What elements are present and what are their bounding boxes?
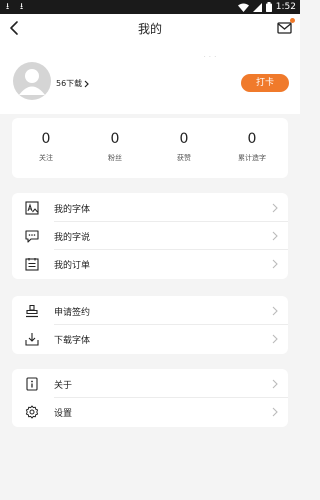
stat-fans[interactable]: 0 粉丝 (85, 130, 145, 163)
chevron-right-icon (272, 203, 278, 213)
stat-label: 获赞 (177, 154, 191, 162)
chevron-right-icon (272, 231, 278, 241)
menu-item-label: 关于 (54, 381, 73, 391)
status-time: 1:52 (275, 2, 296, 12)
menu-item-label: 我的字说 (54, 233, 91, 243)
nav-bar: 我的 (0, 14, 300, 42)
menu-group-1: 我的字体 我的字说 我的订单 (12, 193, 288, 279)
menu-item-settings[interactable]: 设置 (12, 398, 288, 426)
checkin-button[interactable]: 打卡 (241, 74, 289, 92)
battery-icon (265, 2, 272, 12)
stats-card: 0 关注 0 粉丝 0 获赞 0 累计造字 (12, 118, 288, 178)
stat-value: 0 (247, 131, 257, 147)
gear-icon (25, 405, 39, 419)
profile-section: · · · 56下载 打卡 (0, 42, 300, 112)
menu-item-my-posts[interactable]: 我的字说 (12, 222, 288, 250)
signal-icon (252, 2, 262, 12)
menu-item-label: 下载字体 (54, 336, 91, 346)
menu-item-my-fonts[interactable]: 我的字体 (12, 194, 288, 222)
stat-characters-created[interactable]: 0 累计造字 (222, 130, 282, 163)
stat-label: 关注 (39, 154, 53, 162)
user-placeholder-icon (19, 69, 45, 95)
chevron-right-icon (84, 80, 90, 87)
mail-button[interactable] (277, 18, 295, 34)
menu-item-about[interactable]: 关于 (12, 370, 288, 398)
menu-item-my-orders[interactable]: 我的订单 (12, 250, 288, 278)
stat-label: 粉丝 (108, 154, 122, 162)
download-box-icon (25, 333, 39, 346)
stamp-icon (26, 304, 38, 318)
status-bar: ⭳ ⭳ 1:52 (0, 0, 300, 14)
menu-item-label: 设置 (54, 409, 73, 419)
stat-likes[interactable]: 0 获赞 (154, 130, 214, 163)
download-icon: ⭳ (6, 2, 10, 12)
menu-item-label: 我的订单 (54, 261, 91, 271)
chevron-right-icon (272, 334, 278, 344)
chevron-right-icon (272, 259, 278, 269)
stat-following[interactable]: 0 关注 (16, 130, 76, 163)
chevron-right-icon (272, 407, 278, 417)
menu-item-label: 我的字体 (54, 205, 91, 215)
chevron-right-icon (272, 379, 278, 389)
stat-value: 0 (41, 131, 51, 147)
downloads-count: 56下载 (56, 79, 83, 88)
mail-icon (277, 22, 292, 34)
notification-dot (290, 18, 295, 23)
stat-value: 0 (110, 131, 120, 147)
menu-group-2: 申请签约 下载字体 (12, 296, 288, 354)
message-icon (25, 230, 39, 243)
menu-item-label: 申请签约 (54, 308, 91, 318)
stat-value: 0 (179, 131, 189, 147)
menu-item-apply-contract[interactable]: 申请签约 (12, 297, 288, 325)
avatar[interactable] (13, 62, 51, 100)
menu-item-download-fonts[interactable]: 下载字体 (12, 325, 288, 353)
menu-group-3: 关于 设置 (12, 369, 288, 427)
wifi-icon (237, 3, 249, 12)
order-list-icon (25, 258, 39, 271)
page-title: 我的 (137, 22, 162, 36)
faint-marks: · · · (204, 54, 217, 60)
download-icon: ⭳ (20, 2, 24, 12)
chevron-right-icon (272, 306, 278, 316)
stat-label: 累计造字 (238, 154, 266, 162)
font-image-icon (25, 201, 39, 215)
info-icon (26, 377, 38, 391)
downloads-link[interactable]: 56下载 (56, 78, 90, 89)
